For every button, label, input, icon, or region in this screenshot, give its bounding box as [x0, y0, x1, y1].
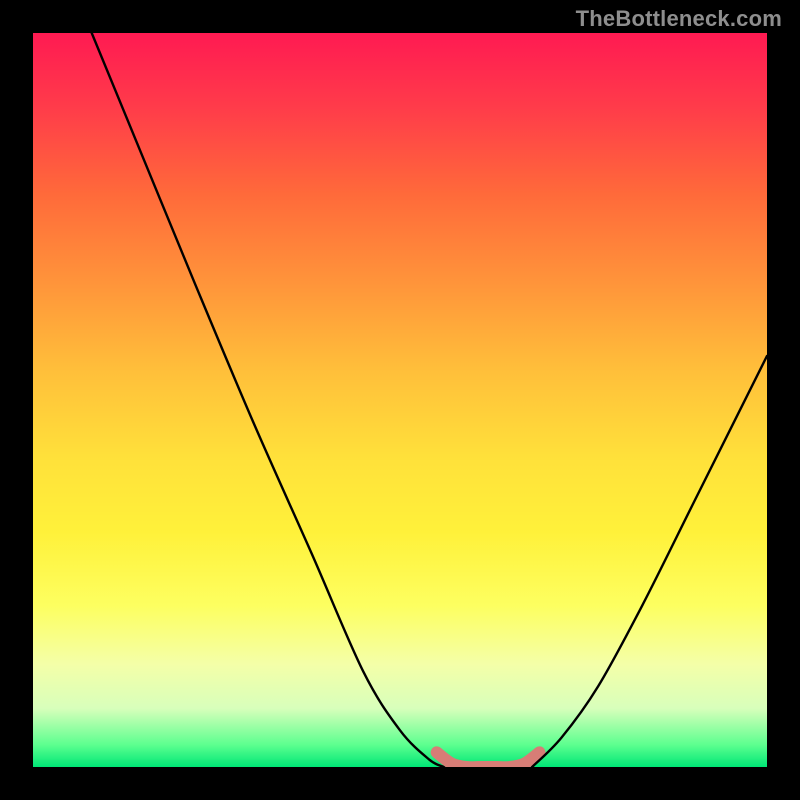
series-left-curve	[92, 33, 444, 767]
series-floor	[437, 752, 540, 767]
chart-plot-area	[33, 33, 767, 767]
series-right-curve	[532, 356, 767, 767]
watermark-label: TheBottleneck.com	[576, 6, 782, 32]
chart-frame: TheBottleneck.com	[0, 0, 800, 800]
curve-overlay	[33, 33, 767, 767]
